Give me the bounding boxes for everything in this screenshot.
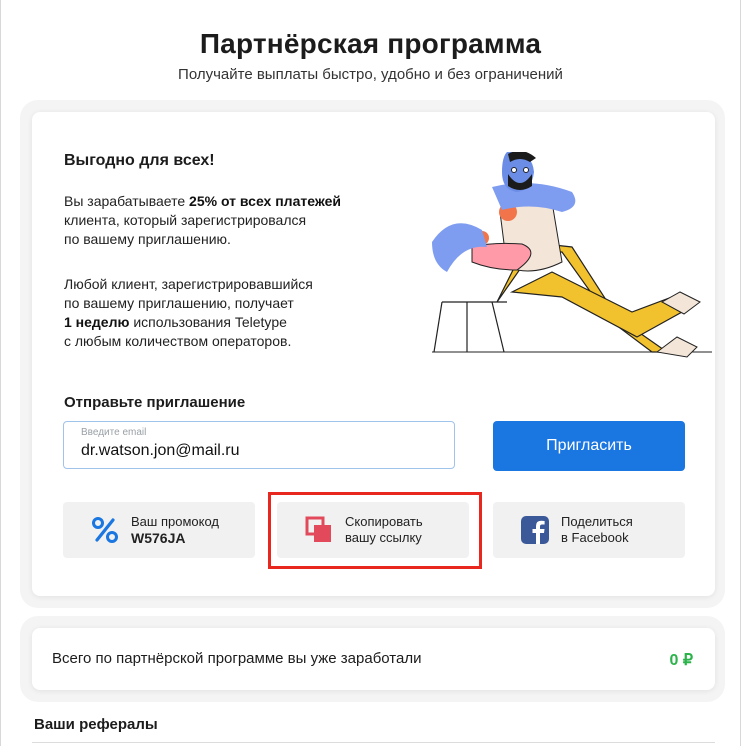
page-subtitle: Получайте выплаты быстро, удобно и без о…	[178, 66, 563, 83]
man-with-piggy-bank-illustration	[432, 152, 712, 358]
benefit-paragraph-2: Любой клиент, зарегистрировавшийся по ва…	[64, 276, 313, 349]
promo-code: W576JA	[131, 530, 186, 546]
email-value[interactable]: dr.watson.jon@mail.ru	[81, 442, 240, 460]
highlight-annotation-box	[268, 492, 482, 569]
referrals-divider	[32, 742, 715, 743]
invite-button[interactable]: Пригласить	[493, 421, 685, 471]
share-facebook-button[interactable]: Поделиться в Facebook	[493, 502, 685, 558]
facebook-icon	[521, 516, 549, 544]
promo-code-tile[interactable]: Ваш промокод W576JA	[63, 502, 255, 558]
percent-icon	[92, 517, 118, 543]
benefit-title: Выгодно для всех!	[64, 152, 215, 169]
invite-label: Отправьте приглашение	[64, 394, 246, 411]
benefit-paragraph-1: Вы зарабатываете 25% от всех платежей кл…	[64, 193, 341, 247]
earnings-value: 0 ₽	[669, 652, 693, 669]
email-input[interactable]: Введите email dr.watson.jon@mail.ru	[63, 421, 455, 469]
referrals-title: Ваши рефералы	[34, 716, 158, 733]
facebook-label-line1: Поделиться	[561, 514, 633, 529]
promo-label: Ваш промокод	[131, 514, 219, 529]
facebook-label-line2: в Facebook	[561, 530, 629, 545]
earnings-card: Всего по партнёрской программе вы уже за…	[32, 628, 715, 690]
earnings-label: Всего по партнёрской программе вы уже за…	[52, 650, 422, 667]
page-title: Партнёрская программа	[199, 28, 542, 59]
email-caption: Введите email	[81, 427, 147, 438]
window-left-border	[0, 0, 1, 746]
